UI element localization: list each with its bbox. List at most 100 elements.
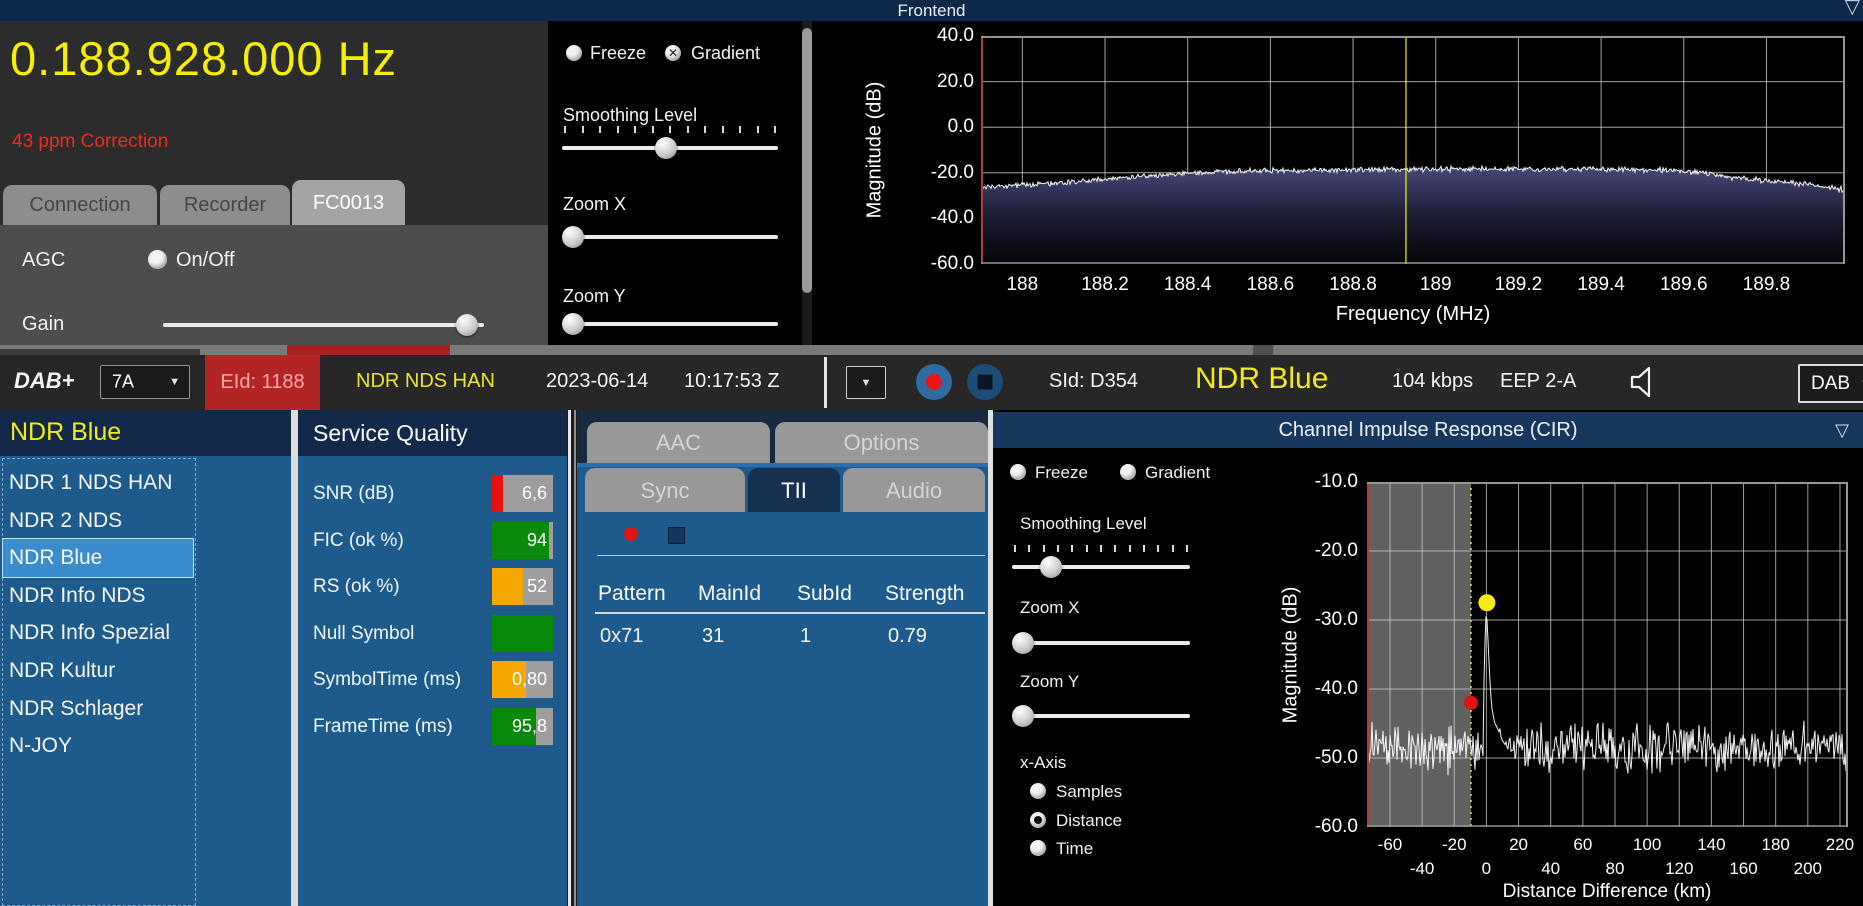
cir-zoom-y-slider[interactable] [1012, 705, 1190, 727]
quality-row: SymbolTime (ms) 0,80 [298, 661, 567, 698]
service-quality-title: Service Quality [313, 420, 468, 446]
tab-options[interactable]: Options [775, 422, 988, 463]
slider-track [163, 323, 484, 327]
horizontal-splitter[interactable] [0, 345, 1863, 359]
spectrum-y-axis-title: Magnitude (dB) [863, 81, 886, 219]
tuner-settings-pane: AGC On/Off Gain [0, 225, 548, 345]
quality-bar-fill [492, 614, 553, 652]
xaxis-time-radio[interactable] [1030, 840, 1046, 856]
slider-tick [756, 126, 759, 133]
quality-bar: 94 [492, 521, 553, 559]
cir-gradient-radio[interactable] [1120, 464, 1136, 480]
cir-zoom-x-slider[interactable] [1012, 632, 1190, 654]
tab-fc0013[interactable]: FC0013 [292, 180, 405, 225]
service-list-scrollbar[interactable] [291, 410, 298, 906]
quality-bar [492, 614, 553, 652]
slider-tick [1157, 545, 1160, 552]
splitter-handle[interactable] [1253, 345, 1273, 355]
zoom-y-label: Zoom Y [563, 286, 626, 306]
agc-radio[interactable] [148, 250, 167, 269]
quality-bar-fill [492, 475, 503, 512]
service-list-item[interactable]: NDR Schlager [3, 690, 193, 728]
vertical-splitter[interactable] [567, 410, 577, 906]
zoom-y-slider[interactable] [562, 313, 778, 335]
frequency-value: 0.188.928.000 [10, 32, 324, 85]
tab-tii[interactable]: TII [748, 468, 840, 512]
vertical-scrollbar[interactable] [802, 28, 812, 293]
tii-cell: 1 [800, 625, 812, 647]
slider-handle[interactable] [562, 313, 584, 335]
zoom-x-label: Zoom X [563, 194, 627, 214]
channel-select[interactable]: 7A ▼ [100, 365, 190, 399]
cir-y-axis-title: Magnitude (dB) [1279, 586, 1302, 724]
cir-smoothing-label: Smoothing Level [1020, 514, 1147, 533]
slider-handle[interactable] [1012, 705, 1034, 727]
tii-column-header: MainId [698, 582, 762, 605]
frequency-display: 0.188.928.000 Hz [10, 31, 397, 86]
frontend-spectrum-plot[interactable] [981, 36, 1845, 264]
record-button[interactable] [916, 364, 952, 400]
service-list-item[interactable]: N-JOY [3, 727, 193, 765]
smoothing-slider[interactable] [562, 126, 778, 159]
frontend-title: Frontend [897, 1, 966, 20]
cir-plot[interactable] [1367, 482, 1848, 827]
eid-value: EId: 1188 [220, 371, 305, 393]
quality-bar: 0,80 [492, 661, 553, 698]
slider-handle[interactable] [655, 137, 678, 159]
slider-track [1012, 641, 1190, 645]
slider-tick [1071, 545, 1074, 552]
xaxis-distance-radio[interactable] [1030, 812, 1046, 828]
slider-handle[interactable] [1040, 556, 1063, 578]
tab-sync[interactable]: Sync [585, 468, 745, 512]
cir-smoothing-slider[interactable] [1012, 545, 1190, 578]
cir-freeze-radio[interactable] [1010, 464, 1026, 480]
gradient-checkbox[interactable] [665, 45, 681, 61]
slider-handle[interactable] [1012, 632, 1034, 654]
slider-track [1012, 714, 1190, 718]
channel-value: 7A [112, 371, 135, 392]
quality-label: Null Symbol [313, 622, 415, 644]
service-list-item[interactable]: NDR Info Spezial [3, 614, 193, 652]
tii-cell: 0.79 [888, 625, 927, 647]
service-dropdown-button[interactable]: ▼ [846, 366, 886, 399]
cir-freeze-label: Freeze [1035, 463, 1088, 482]
agc-label: AGC [22, 249, 66, 271]
service-list-item[interactable]: NDR 1 NDS HAN [3, 464, 193, 502]
service-list-item[interactable]: NDR Info NDS [3, 577, 193, 615]
tab-recorder[interactable]: Recorder [160, 185, 290, 225]
slider-handle[interactable] [562, 226, 584, 248]
decoder-panel: AAC Options Sync TII Audio Pattern MainId… [577, 410, 988, 906]
tab-aac[interactable]: AAC [587, 422, 770, 463]
cir-zoom-y-label: Zoom Y [1020, 672, 1080, 691]
xaxis-time-label: Time [1056, 839, 1094, 858]
slider-handle[interactable] [456, 314, 479, 336]
service-list-panel: NDR Blue NDR 1 NDS HAN NDR 2 NDS NDR Blue N… [0, 410, 291, 906]
sid-label: SId: D354 [1049, 370, 1138, 392]
tii-column-header: Pattern [598, 582, 666, 605]
band-select[interactable]: DAB ▼ [1798, 364, 1863, 403]
slider-tick [634, 126, 636, 133]
slider-tick [1057, 545, 1059, 552]
chevron-down-icon: ▼ [169, 376, 180, 388]
service-list-item[interactable]: NDR Kultur [3, 652, 193, 690]
tab-connection[interactable]: Connection [3, 185, 157, 225]
collapse-icon[interactable]: ▽ [1845, 0, 1860, 19]
tab-audio[interactable]: Audio [843, 468, 985, 512]
service-list-item[interactable]: NDR Blue [2, 538, 194, 578]
cir-title: Channel Impulse Response (CIR) [1278, 419, 1578, 441]
quality-value: 0,80 [511, 669, 547, 689]
status-bar: DAB+ 7A ▼ EId: 1188 NDR NDS HAN 2023-06-… [0, 355, 1863, 410]
speaker-icon[interactable] [1628, 366, 1660, 398]
xaxis-samples-radio[interactable] [1030, 783, 1046, 799]
zoom-x-slider[interactable] [562, 226, 778, 248]
slider-tick [1100, 545, 1102, 552]
cir-collapse-icon[interactable]: ▽ [1835, 420, 1849, 441]
stop-button[interactable] [967, 364, 1003, 400]
quality-bar: 52 [492, 568, 553, 605]
service-list-item[interactable]: NDR 2 NDS [3, 502, 193, 540]
slider-track [562, 235, 778, 239]
quality-row: RS (ok %) 52 [298, 568, 567, 605]
gain-slider[interactable] [163, 314, 484, 336]
freeze-radio[interactable] [566, 45, 582, 61]
cir-gradient-label: Gradient [1145, 463, 1211, 482]
